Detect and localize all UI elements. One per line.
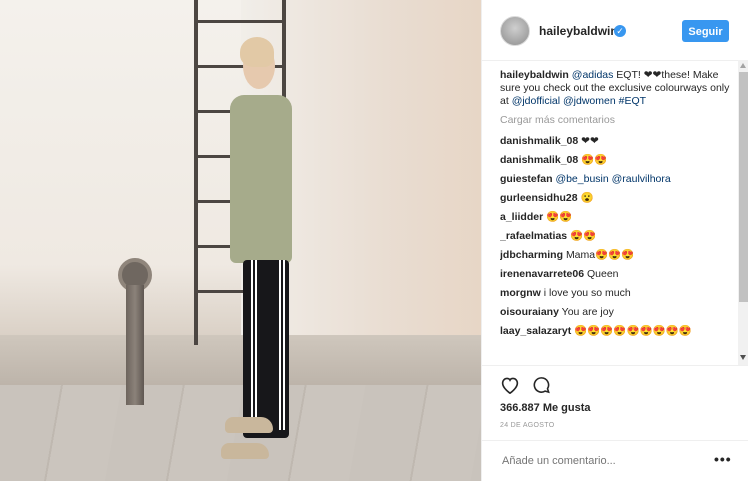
post-caption: haileybaldwin @adidas EQT! ❤❤these! Make… (500, 69, 732, 108)
add-comment-bar: ••• (482, 440, 748, 482)
comment-username[interactable]: danishmalik_08 (500, 154, 578, 166)
comment-text: 😮 (580, 192, 594, 204)
scroll-down-arrow-icon[interactable] (740, 355, 746, 360)
comment-text: 😍😍 (570, 230, 597, 242)
model-figure (221, 35, 295, 465)
model-shoe (221, 443, 269, 459)
instagram-post: haileybaldwin ✓ Seguir haileybaldwin @ad… (0, 0, 748, 481)
comment-username[interactable]: oisouraiany (500, 306, 559, 318)
comment-username[interactable]: gurleensidhu28 (500, 192, 578, 204)
comment-text: You are joy (561, 306, 614, 318)
comment-username[interactable]: danishmalik_08 (500, 135, 578, 147)
leggings-stripe (283, 260, 285, 430)
scroll-up-arrow-icon[interactable] (740, 63, 746, 68)
comment-text: i love you so much (543, 287, 631, 299)
comment-username[interactable]: laay_salazaryt (500, 325, 571, 337)
post-date[interactable]: 24 DE AGOSTO (500, 422, 554, 429)
comment-row: oisouraiany You are joy (500, 306, 732, 325)
post-photo[interactable] (0, 0, 481, 481)
comment-username[interactable]: jdbcharming (500, 249, 563, 261)
comment-row: morgnw i love you so much (500, 287, 732, 306)
add-comment-input[interactable] (500, 454, 684, 468)
comment-row: danishmalik_08 ❤❤ (500, 135, 732, 154)
more-options-icon[interactable]: ••• (714, 451, 732, 467)
load-more-comments-link[interactable]: Cargar más comentarios (500, 114, 732, 127)
caption-tag-adidas[interactable]: @adidas (572, 69, 614, 81)
ladder-rung (194, 20, 286, 23)
comment-username[interactable]: guiestefan (500, 173, 553, 185)
comment-username[interactable]: morgnw (500, 287, 541, 299)
caption-username[interactable]: haileybaldwin (500, 69, 569, 81)
header-username[interactable]: haileybaldwin (539, 24, 618, 38)
comments-scrollbar[interactable] (738, 60, 748, 365)
comment-row: a_liidder 😍😍 (500, 211, 732, 230)
comment-text: 😍😍 (581, 154, 608, 166)
scrollbar-thumb[interactable] (739, 72, 748, 302)
comment-username[interactable]: irenenavarrete06 (500, 268, 584, 280)
likes-count[interactable]: 366.887 Me gusta (500, 402, 591, 414)
comment-row: gurleensidhu28 😮 (500, 192, 732, 211)
comment-text: @be_busin @raulvilhora (555, 173, 671, 185)
comment-text: Queen (586, 268, 619, 280)
comment-row: _rafaelmatias 😍😍 (500, 230, 732, 249)
caption-hashtag[interactable]: #EQT (619, 95, 646, 107)
comment-username[interactable]: a_liidder (500, 211, 543, 223)
leggings-stripe (255, 260, 257, 430)
comment-row: irenenavarrete06 Queen (500, 268, 732, 287)
comment-rows: danishmalik_08 ❤❤ danishmalik_08 😍😍 guiest… (500, 135, 732, 344)
caption-tag-jdwomen[interactable]: @jdwomen (563, 95, 616, 107)
post-side-panel: haileybaldwin ✓ Seguir haileybaldwin @ad… (481, 0, 748, 481)
comments-list[interactable]: haileybaldwin @adidas EQT! ❤❤these! Make… (500, 69, 732, 359)
comment-text: ❤❤ (581, 135, 599, 147)
heart-icon[interactable] (500, 376, 520, 399)
verified-badge-icon: ✓ (614, 25, 626, 37)
comment-text: Mama😍😍😍 (565, 249, 635, 261)
ladder-rail-left (194, 0, 198, 345)
comment-username[interactable]: _rafaelmatias (500, 230, 567, 242)
follow-button[interactable]: Seguir (682, 20, 729, 42)
post-actions: 366.887 Me gusta 24 DE AGOSTO (482, 365, 748, 436)
comment-text: 😍😍 (546, 211, 573, 223)
comment-text: 😍😍😍😍😍😍😍😍😍 (574, 325, 692, 337)
comment-bubble-icon[interactable] (532, 376, 551, 399)
model-hair (240, 37, 274, 67)
avatar[interactable] (500, 16, 530, 46)
leggings-stripe (251, 260, 253, 430)
comment-row: danishmalik_08 😍😍 (500, 154, 732, 173)
wall-pipe-vertical (126, 285, 144, 405)
model-shirt (230, 95, 292, 263)
comment-row: guiestefan @be_busin @raulvilhora (500, 173, 732, 192)
leggings-stripe (279, 260, 281, 430)
comment-row: jdbcharming Mama😍😍😍 (500, 249, 732, 268)
comment-row: laay_salazaryt 😍😍😍😍😍😍😍😍😍 (500, 325, 732, 344)
caption-tag-jdofficial[interactable]: @jdofficial (512, 95, 560, 107)
model-shoe (225, 417, 273, 433)
post-header: haileybaldwin ✓ Seguir (482, 0, 748, 61)
